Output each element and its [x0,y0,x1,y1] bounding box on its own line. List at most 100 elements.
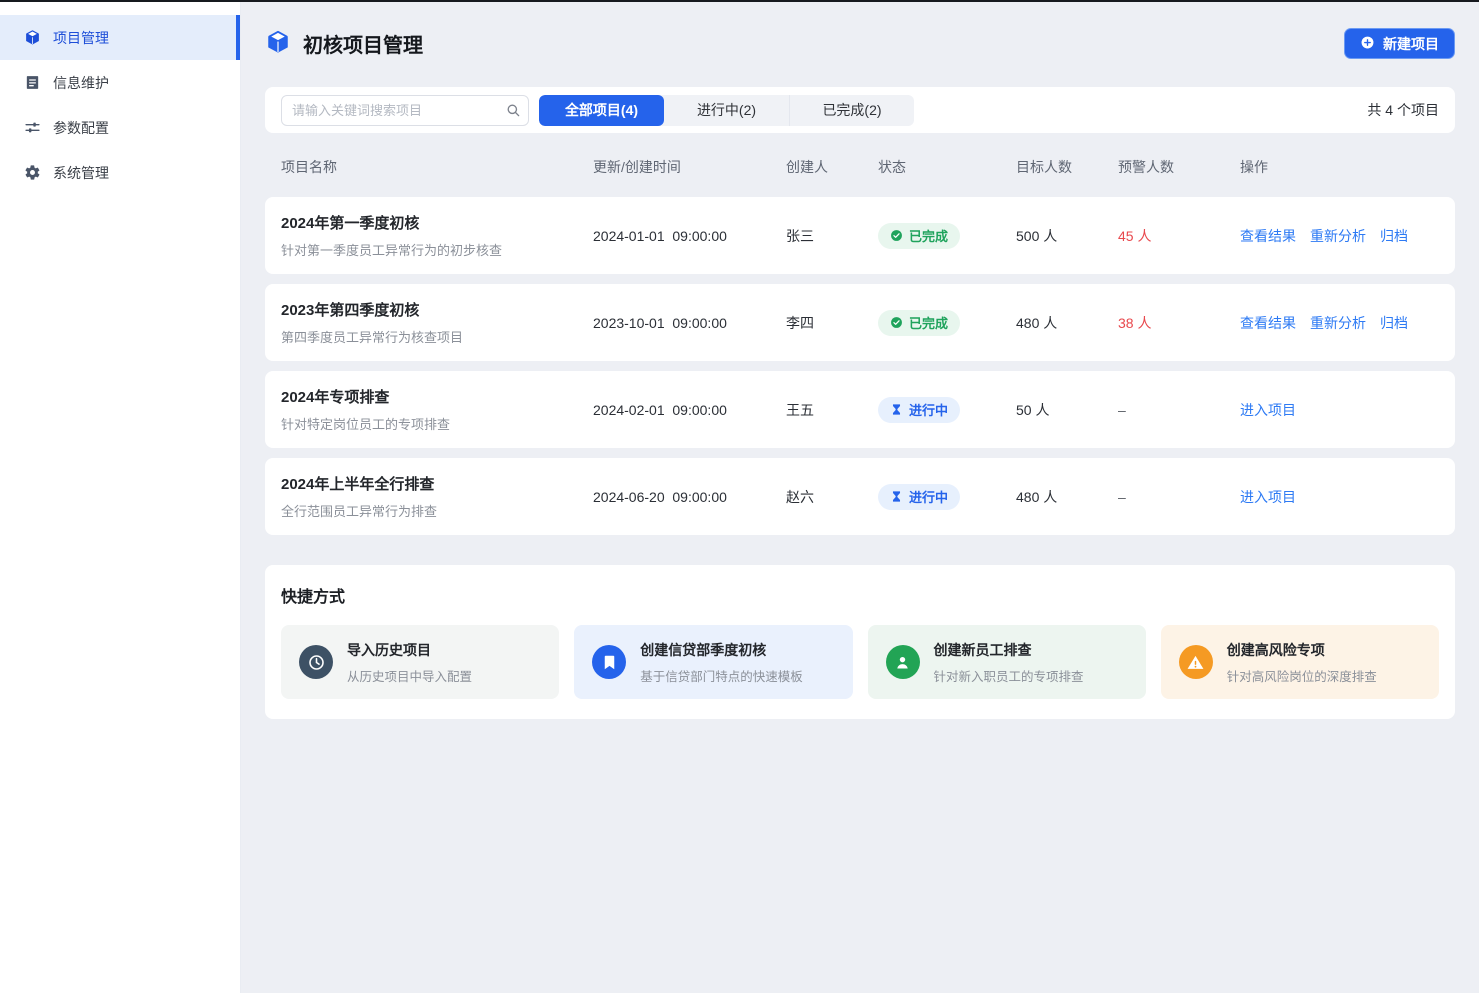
quick-card-1[interactable]: 导入历史项目 从历史项目中导入配置 [281,625,559,699]
project-warning: 45 人 [1118,226,1240,246]
action-link[interactable]: 归档 [1380,226,1408,246]
sidebar-item-2[interactable]: 信息维护 [0,60,240,105]
quick-card-text: 创建信贷部季度初核 基于信贷部门特点的快速模板 [640,640,803,685]
sidebar-item-1[interactable]: 项目管理 [0,15,240,60]
quick-cards: 导入历史项目 从历史项目中导入配置 创建信贷部季度初核 基于信贷部门特点的快速模… [281,625,1439,699]
project-target: 50 人 [1016,400,1118,420]
project-warning: – [1118,489,1240,505]
project-actions: 进入项目 [1240,400,1439,420]
column-header-1: 项目名称 [281,157,593,177]
project-actions: 查看结果重新分析归档 [1240,226,1439,246]
project-creator: 张三 [786,226,878,246]
project-name-cell: 2024年第一季度初核 针对第一季度员工异常行为的初步核查 [281,212,593,259]
window-top-edge [0,0,1479,2]
page-header: 初核项目管理 新建项目 [265,0,1455,87]
project-actions: 进入项目 [1240,487,1439,507]
project-target: 480 人 [1016,313,1118,333]
search-icon[interactable] [505,102,521,118]
project-creator: 王五 [786,400,878,420]
user-icon [886,645,920,679]
project-warning: – [1118,402,1240,418]
action-link[interactable]: 查看结果 [1240,226,1296,246]
toolbar: 全部项目(4)进行中(2)已完成(2) 共 4 个项目 [265,87,1455,133]
tab-1[interactable]: 全部项目(4) [539,95,664,126]
quick-card-desc: 从历史项目中导入配置 [347,666,472,685]
total-count: 共 4 个项目 [1367,100,1439,120]
quick-card-desc: 针对高风险岗位的深度排查 [1227,666,1377,685]
column-header-3: 创建人 [786,157,878,177]
project-row-4: 2024年上半年全行排查 全行范围员工异常行为排查 2024-06-20 09:… [265,458,1455,535]
page-title: 初核项目管理 [303,29,423,58]
tab-2[interactable]: 进行中(2) [664,95,789,126]
search-input[interactable] [281,95,529,126]
project-name-cell: 2024年上半年全行排查 全行范围员工异常行为排查 [281,473,593,520]
column-header-4: 状态 [878,157,1016,177]
hourglass-icon [890,490,903,503]
quick-actions-title: 快捷方式 [281,583,1439,607]
check-circle-icon [890,316,903,329]
project-creator: 李四 [786,313,878,333]
tab-3[interactable]: 已完成(2) [789,95,914,126]
project-description: 全行范围员工异常行为排查 [281,501,593,520]
quick-card-text: 导入历史项目 从历史项目中导入配置 [347,640,472,685]
cube-icon [24,29,41,46]
main-content: 初核项目管理 新建项目 全部项目(4)进行中(2)已完成(2) 共 4 个项目 … [241,0,1479,993]
sliders-icon [24,119,41,136]
quick-card-title: 创建高风险专项 [1227,640,1377,660]
quick-card-desc: 基于信贷部门特点的快速模板 [640,666,803,685]
action-link[interactable]: 重新分析 [1310,313,1366,333]
project-name: 2024年第一季度初核 [281,212,593,233]
project-row-2: 2023年第四季度初核 第四季度员工异常行为核查项目 2023-10-01 09… [265,284,1455,361]
quick-card-3[interactable]: 创建新员工排查 针对新入职员工的专项排查 [868,625,1146,699]
action-link[interactable]: 重新分析 [1310,226,1366,246]
status-badge: 已完成 [878,223,960,249]
action-link[interactable]: 归档 [1380,313,1408,333]
project-description: 针对特定岗位员工的专项排查 [281,414,593,433]
project-target: 480 人 [1016,487,1118,507]
quick-card-2[interactable]: 创建信贷部季度初核 基于信贷部门特点的快速模板 [574,625,852,699]
sidebar-item-label: 信息维护 [53,73,109,93]
quick-card-desc: 针对新入职员工的专项排查 [934,666,1084,685]
cube-icon [265,29,291,58]
project-actions: 查看结果重新分析归档 [1240,313,1439,333]
action-link[interactable]: 进入项目 [1240,487,1296,507]
project-name-cell: 2024年专项排查 针对特定岗位员工的专项排查 [281,386,593,433]
project-row-1: 2024年第一季度初核 针对第一季度员工异常行为的初步核查 2024-01-01… [265,197,1455,274]
sidebar-item-label: 参数配置 [53,118,109,138]
new-project-button[interactable]: 新建项目 [1344,28,1455,59]
plus-circle-icon [1360,35,1375,53]
status-label: 进行中 [909,487,948,506]
project-time: 2024-02-01 09:00:00 [593,402,786,418]
status-label: 已完成 [909,226,948,245]
status-badge: 进行中 [878,484,960,510]
project-name-cell: 2023年第四季度初核 第四季度员工异常行为核查项目 [281,299,593,346]
project-creator: 赵六 [786,487,878,507]
column-header-7: 操作 [1240,157,1439,177]
project-description: 第四季度员工异常行为核查项目 [281,327,593,346]
app-root: 项目管理 信息维护 参数配置 系统管理 初核项目管理 新建项目 全部项目(4)进… [0,0,1479,993]
project-time: 2024-06-20 09:00:00 [593,489,786,505]
quick-card-title: 创建新员工排查 [934,640,1084,660]
bookmark-icon [592,645,626,679]
quick-card-title: 创建信贷部季度初核 [640,640,803,660]
document-icon [24,74,41,91]
project-status-cell: 已完成 [878,310,1016,336]
quick-card-4[interactable]: 创建高风险专项 针对高风险岗位的深度排查 [1161,625,1439,699]
sidebar-item-3[interactable]: 参数配置 [0,105,240,150]
quick-card-text: 创建新员工排查 针对新入职员工的专项排查 [934,640,1084,685]
status-badge: 已完成 [878,310,960,336]
new-project-button-label: 新建项目 [1383,34,1439,54]
sidebar-item-label: 项目管理 [53,28,109,48]
sidebar-item-label: 系统管理 [53,163,109,183]
action-link[interactable]: 进入项目 [1240,400,1296,420]
sidebar-item-4[interactable]: 系统管理 [0,150,240,195]
action-link[interactable]: 查看结果 [1240,313,1296,333]
project-status-cell: 已完成 [878,223,1016,249]
quick-card-title: 导入历史项目 [347,640,472,660]
project-warning: 38 人 [1118,313,1240,333]
project-time: 2023-10-01 09:00:00 [593,315,786,331]
sidebar: 项目管理 信息维护 参数配置 系统管理 [0,0,241,993]
column-header-5: 目标人数 [1016,157,1118,177]
column-header-2: 更新/创建时间 [593,157,786,177]
project-name: 2024年专项排查 [281,386,593,407]
